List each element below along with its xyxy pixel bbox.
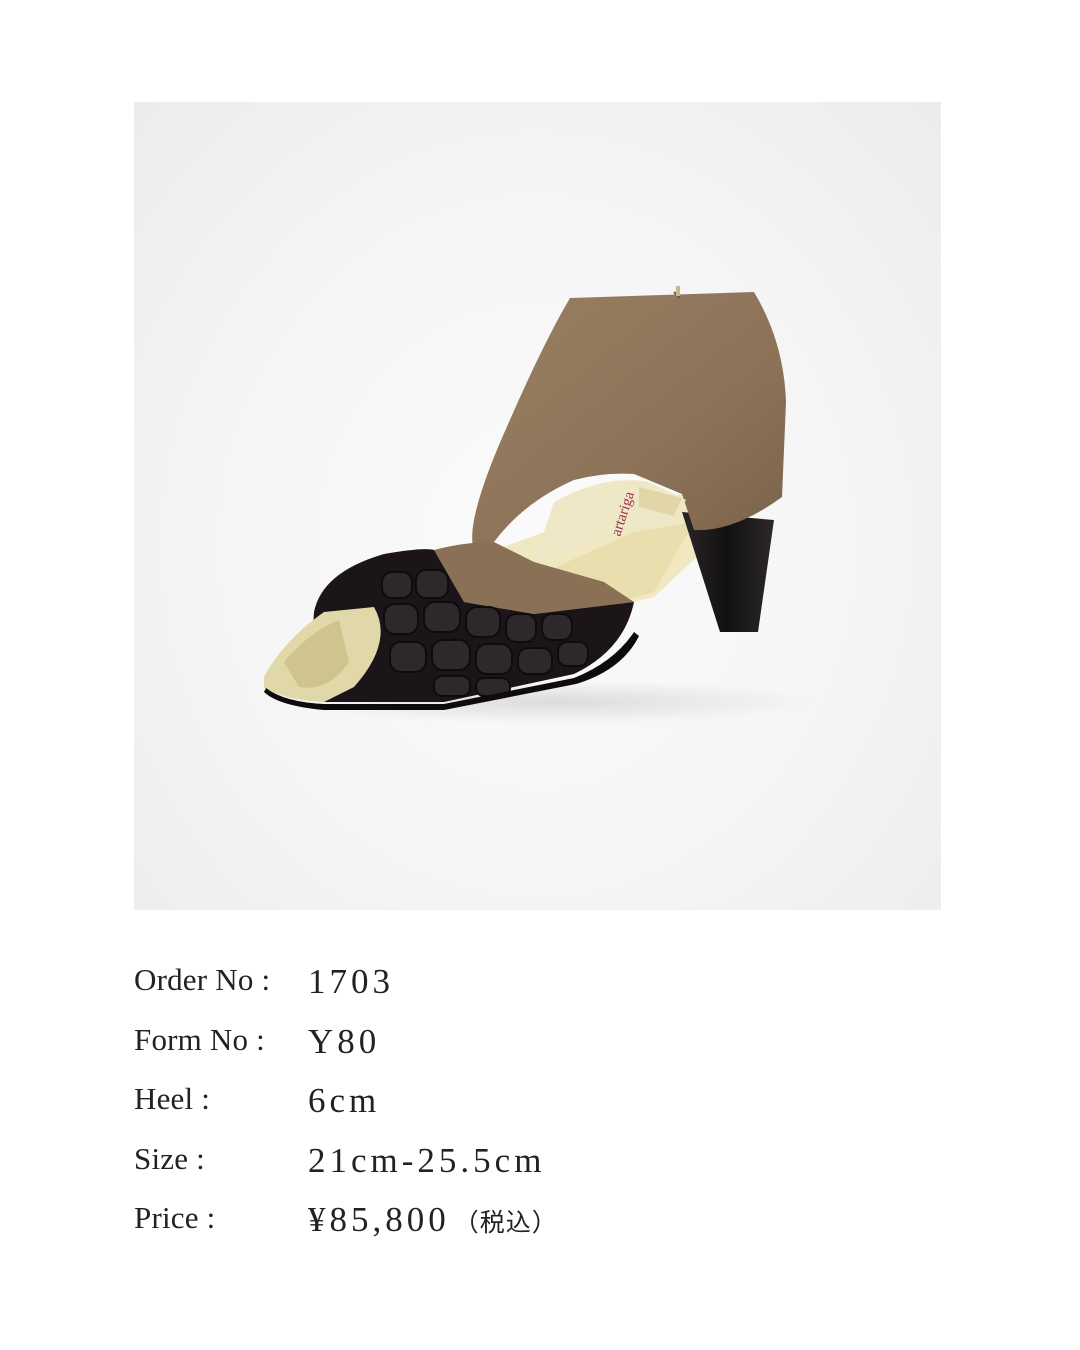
spec-row-price: Price : ¥85,800 （税込） bbox=[134, 1196, 934, 1256]
spec-row-size: Size : 21cm-25.5cm bbox=[134, 1137, 934, 1197]
price-amount: ¥85,800 bbox=[308, 1200, 450, 1239]
spec-value: Y80 bbox=[308, 1021, 381, 1061]
spec-label: Form No : bbox=[134, 1021, 265, 1057]
spec-label: Order No : bbox=[134, 962, 271, 997]
product-photo: artariga bbox=[134, 102, 941, 910]
spec-label: Heel : bbox=[134, 1081, 211, 1116]
spec-list: Order No : 1703 Form No : Y80 Heel : 6cm… bbox=[134, 958, 934, 1256]
spec-row-order-no: Order No : 1703 bbox=[134, 958, 934, 1018]
shoe-image: artariga bbox=[264, 286, 814, 724]
spec-row-heel: Heel : 6cm bbox=[134, 1077, 934, 1137]
spec-value: 1703 bbox=[308, 962, 394, 1001]
spec-value: 6cm bbox=[308, 1081, 381, 1120]
tax-included-note: （税込） bbox=[453, 1208, 558, 1237]
price-value: ¥85,800 （税込） bbox=[308, 1200, 558, 1240]
spec-label: Price : bbox=[134, 1200, 216, 1235]
spec-label: Size : bbox=[134, 1140, 205, 1176]
spec-row-form-no: Form No : Y80 bbox=[134, 1018, 934, 1078]
spec-value: 21cm-25.5cm bbox=[308, 1140, 546, 1180]
